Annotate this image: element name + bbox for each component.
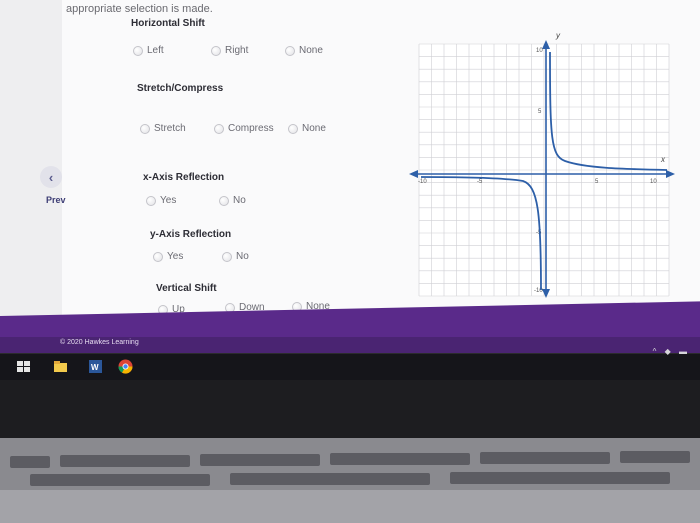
svg-text:W: W <box>91 363 99 372</box>
instruction-text: appropriate selection is made. <box>66 3 213 15</box>
option-left[interactable]: Left <box>133 45 164 56</box>
option-y-reflection-no[interactable]: No <box>222 251 249 262</box>
option-horizontal-none[interactable]: None <box>285 45 323 56</box>
hinge-vent <box>330 453 470 465</box>
radio-x-reflection-no[interactable] <box>219 195 229 206</box>
screen: appropriate selection is made. Horizonta… <box>0 0 700 330</box>
option-stretch[interactable]: Stretch <box>140 123 186 134</box>
option-right[interactable]: Right <box>211 45 248 56</box>
hinge-vent <box>10 456 50 468</box>
laptop-base <box>0 490 700 523</box>
radio-horizontal-none[interactable] <box>285 45 295 56</box>
y-axis-label: y <box>555 31 561 40</box>
windows-icon[interactable] <box>16 359 31 374</box>
stretch-compress-title: Stretch/Compress <box>137 83 224 94</box>
hinge-vent <box>60 455 190 467</box>
option-y-reflection-yes[interactable]: Yes <box>153 251 183 262</box>
hinge-vent <box>30 474 210 486</box>
taskbar <box>0 354 700 380</box>
radio-compress[interactable] <box>214 123 224 134</box>
laptop-bezel <box>0 380 700 440</box>
hinge-vent <box>230 473 430 485</box>
y-axis-reflection-title: y-Axis Reflection <box>150 229 232 240</box>
radio-y-reflection-yes[interactable] <box>153 251 163 262</box>
radio-left[interactable] <box>133 45 143 56</box>
file-explorer-icon[interactable] <box>53 359 68 374</box>
hinge-vent <box>480 452 610 464</box>
y-tick-label: -10 <box>534 288 543 294</box>
option-stretch-none[interactable]: None <box>288 123 326 134</box>
coordinate-graph[interactable]: y x -10 -5 5 10 10 5 -5 -10 <box>405 28 675 298</box>
hinge-vent <box>450 472 670 484</box>
radio-y-reflection-no[interactable] <box>222 251 232 262</box>
horizontal-shift-title: Horizontal Shift <box>131 18 205 29</box>
y-tick-label: 10 <box>536 48 543 54</box>
radio-right[interactable] <box>211 45 221 56</box>
x-axis-left-arrow <box>409 170 418 178</box>
radio-x-reflection-yes[interactable] <box>146 195 156 206</box>
x-axis-reflection-title: x-Axis Reflection <box>143 172 225 183</box>
prev-button[interactable]: Prev <box>46 195 66 205</box>
radio-stretch-none[interactable] <box>288 123 298 134</box>
system-tray[interactable]: ^ ◆ ▬ <box>653 347 690 356</box>
chrome-icon[interactable] <box>118 359 133 374</box>
x-tick-label: 10 <box>650 179 657 185</box>
vertical-shift-title: Vertical Shift <box>156 283 217 294</box>
option-x-reflection-no[interactable]: No <box>219 195 246 206</box>
copyright-text: © 2020 Hawkes Learning <box>60 339 139 346</box>
radio-stretch[interactable] <box>140 123 150 134</box>
grid <box>418 43 670 297</box>
x-axis-right-arrow <box>666 170 675 178</box>
hinge-vent <box>200 454 320 466</box>
word-icon[interactable]: W <box>88 359 103 374</box>
hinge-vent <box>620 451 690 463</box>
x-tick-label: -5 <box>477 179 483 185</box>
x-tick-label: -10 <box>418 179 427 185</box>
left-nav-bar <box>0 0 62 330</box>
prev-chevron-icon[interactable]: ‹ <box>40 166 62 188</box>
option-x-reflection-yes[interactable]: Yes <box>146 195 176 206</box>
option-compress[interactable]: Compress <box>214 123 274 134</box>
